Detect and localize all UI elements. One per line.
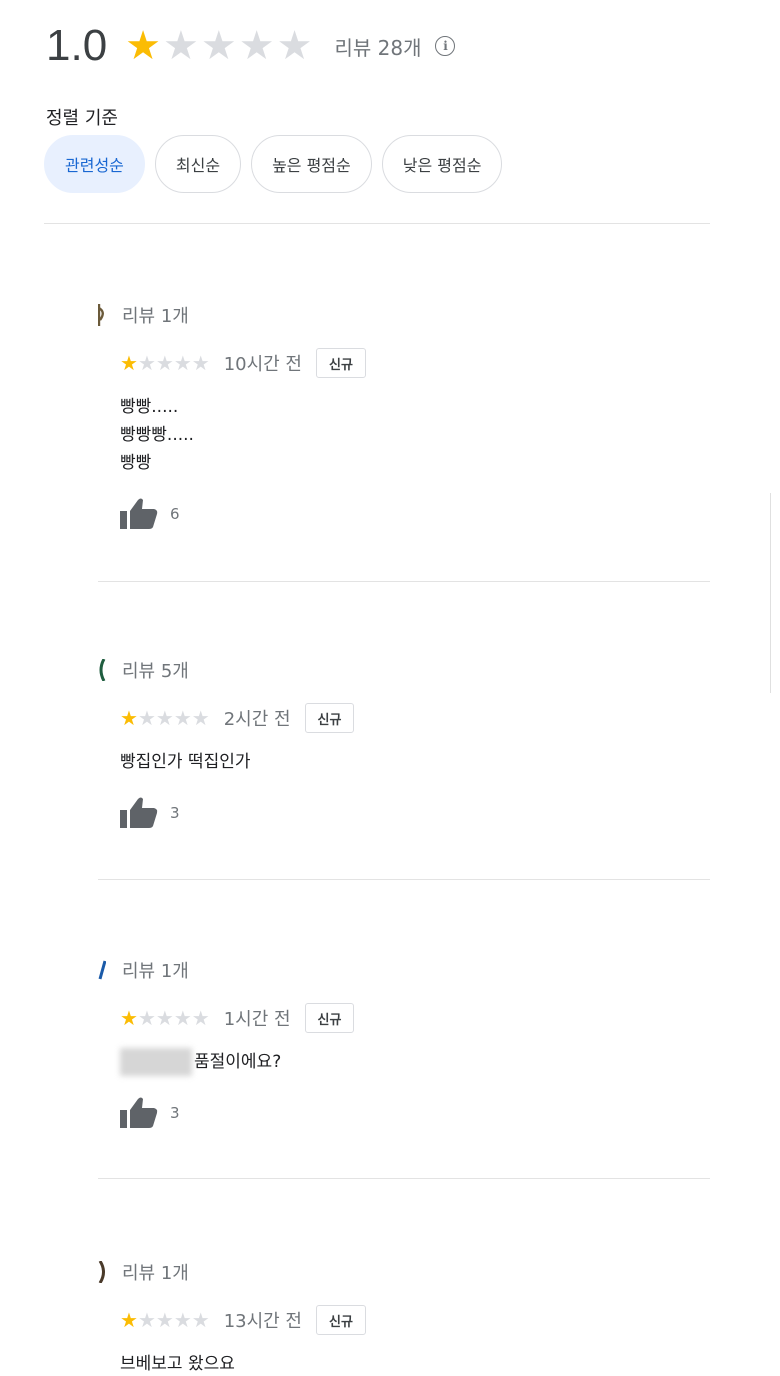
review-text-line: 빵빵..... [120,397,179,417]
star-icon: ★ [173,1308,192,1332]
new-badge: 신규 [316,348,366,378]
review-stars: ★ ★ ★ ★ ★ [120,708,210,728]
divider [98,879,710,880]
divider [98,1178,710,1179]
like-count: 3 [170,804,180,822]
star-icon: ★ [191,706,210,730]
sort-label: 정렬 기준 [46,108,118,129]
new-badge: 신규 [304,1003,355,1033]
star-icon: ★ [173,1006,192,1030]
rating-summary: 1.0 ★ ★ ★ ★ ★ 리뷰 28개 i [46,18,456,74]
review-stars: ★ ★ ★ ★ ★ [120,353,210,373]
avatar[interactable] [98,659,106,681]
star-icon: ★ [276,23,313,69]
review-text-line: 빵빵빵..... [120,425,194,445]
thumbs-up-icon[interactable] [120,796,158,830]
star-icon: ★ [125,23,162,69]
avatar[interactable] [98,959,106,981]
sort-chip-lowest[interactable]: 낮은 평점순 [381,135,503,193]
review-text-line: 브베보고 왔으요 [120,1354,235,1374]
star-icon: ★ [238,23,275,69]
star-icon: ★ [137,1006,156,1030]
review-time: 13시간 전 [223,1311,302,1332]
star-icon: ★ [173,706,192,730]
review-text: 품절이에요? [120,1048,710,1076]
star-icon: ★ [155,351,174,375]
review-text-line: 품절이에요? [194,1052,282,1072]
review-text-line: 빵집인가 떡집인가 [120,752,251,772]
review-card: 리뷰 1개 ★ ★ ★ ★ ★ 13시간 전 신규 브베보고 왔으요 [98,1260,710,1376]
like-count: 3 [170,1104,180,1122]
review-stars: ★ ★ ★ ★ ★ [120,1310,210,1330]
star-icon: ★ [191,1308,210,1332]
review-text: 빵빵..... 빵빵빵..... 빵빵 [120,393,710,477]
star-icon: ★ [173,351,192,375]
average-score: 1.0 [46,21,108,70]
review-time: 1시간 전 [223,1009,291,1030]
reviewer-review-count: 리뷰 1개 [122,961,189,982]
star-icon: ★ [137,706,156,730]
star-icon: ★ [155,706,174,730]
review-card: 리뷰 1개 ★ ★ ★ ★ ★ 1시간 전 신규 품절이에요? 3 [98,958,710,1130]
star-icon: ★ [191,351,210,375]
review-time: 2시간 전 [223,709,291,730]
new-badge: 신규 [316,1305,366,1335]
thumbs-up-icon[interactable] [120,1096,158,1130]
total-review-count: 리뷰 28개 [334,35,422,60]
star-icon: ★ [137,351,156,375]
review-text-line: 빵빵 [120,453,152,473]
scrollbar[interactable] [770,493,780,693]
reviewer-review-count: 리뷰 5개 [122,661,189,682]
star-icon: ★ [120,1006,138,1030]
sort-chip-highest[interactable]: 높은 평점순 [251,135,372,193]
star-icon: ★ [191,1006,210,1030]
divider [44,223,710,224]
reviewer-review-count: 리뷰 1개 [122,306,189,327]
average-stars: ★ ★ ★ ★ ★ [125,26,312,66]
sort-chip-newest[interactable]: 최신순 [154,135,242,193]
star-icon: ★ [155,1006,174,1030]
info-icon[interactable]: i [435,36,456,56]
blurred-text [120,1048,192,1076]
review-card: 리뷰 5개 ★ ★ ★ ★ ★ 2시간 전 신규 빵집인가 떡집인가 3 [98,658,710,830]
star-icon: ★ [120,706,138,730]
star-icon: ★ [120,351,138,375]
review-time: 10시간 전 [223,354,302,375]
sort-chip-relevance[interactable]: 관련성순 [44,135,145,193]
review-card: 리뷰 1개 ★ ★ ★ ★ ★ 10시간 전 신규 빵빵..... 빵빵빵..... 빵… [98,303,710,531]
star-icon: ★ [163,23,199,69]
star-icon: ★ [200,23,237,69]
star-icon: ★ [137,1308,156,1332]
star-icon: ★ [155,1308,174,1332]
thumbs-up-icon[interactable] [120,497,158,531]
reviewer-review-count: 리뷰 1개 [122,1263,189,1284]
like-count: 6 [170,505,180,523]
divider [98,581,710,582]
new-badge: 신규 [304,703,355,733]
avatar[interactable] [98,304,106,326]
star-icon: ★ [120,1308,138,1332]
review-text: 빵집인가 떡집인가 [120,748,710,776]
avatar[interactable] [98,1261,106,1283]
review-stars: ★ ★ ★ ★ ★ [120,1008,210,1028]
sort-chips: 관련성순 최신순 높은 평점순 낮은 평점순 [44,135,503,193]
review-text: 브베보고 왔으요 [120,1350,710,1376]
